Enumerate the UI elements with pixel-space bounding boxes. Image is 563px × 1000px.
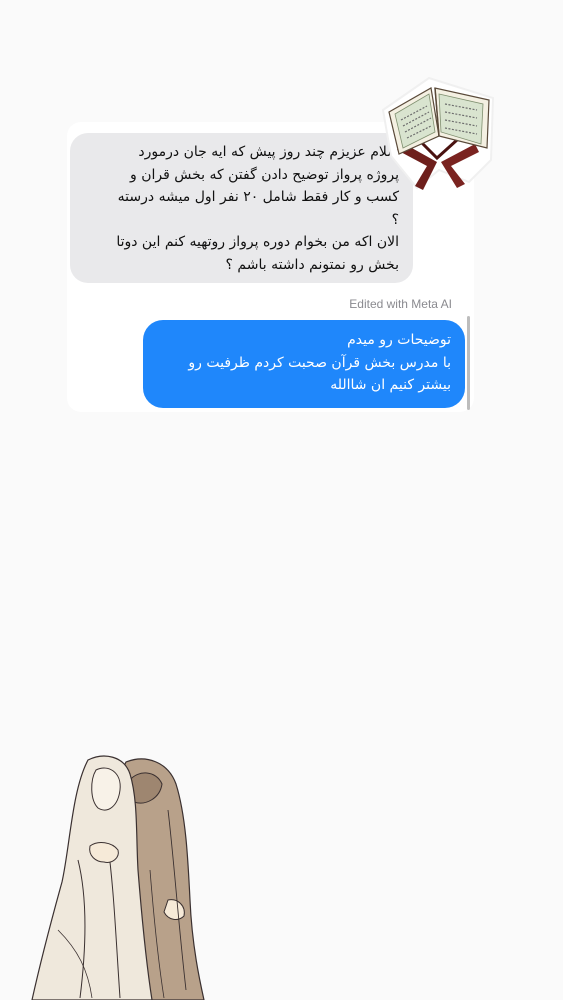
edited-with-meta-ai-label: Edited with Meta AI: [349, 297, 452, 311]
incoming-message-bubble[interactable]: سلام عزیزم چند روز پیش که ایه جان درمورد…: [70, 133, 413, 283]
outgoing-message-bubble[interactable]: توضیحات رو میدم با مدرس بخش قرآن صحبت کر…: [143, 320, 465, 408]
quran-book-icon: [381, 76, 495, 190]
scroll-indicator: [467, 316, 470, 410]
two-veiled-women-icon: [31, 755, 205, 1000]
